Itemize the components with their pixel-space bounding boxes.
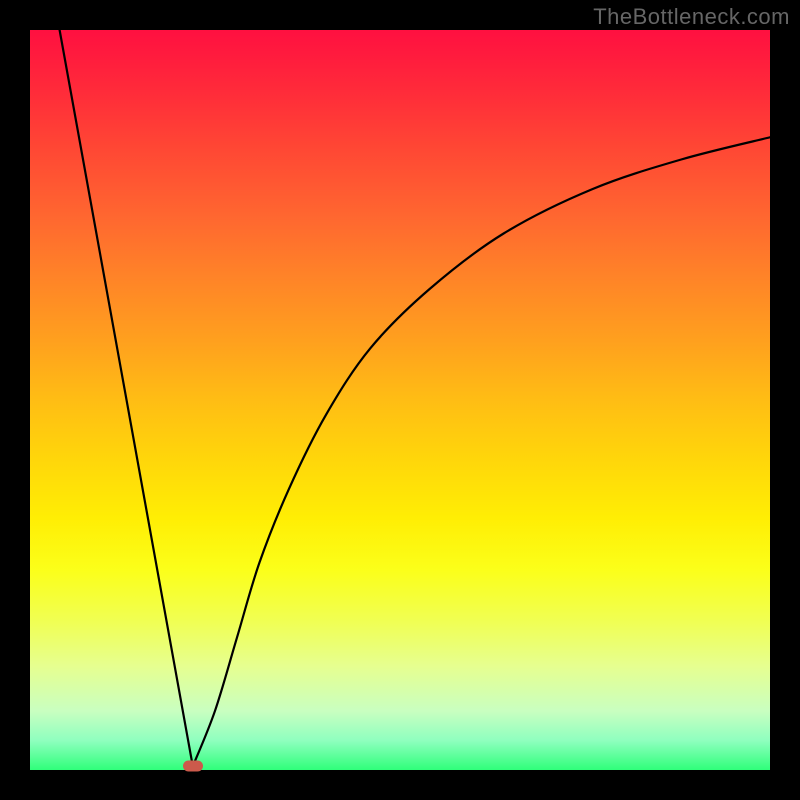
plot-area xyxy=(30,30,770,770)
chart-frame: TheBottleneck.com xyxy=(0,0,800,800)
curve-path xyxy=(60,30,770,766)
minimum-marker xyxy=(183,761,203,772)
watermark-text: TheBottleneck.com xyxy=(593,4,790,30)
bottleneck-curve xyxy=(30,30,770,770)
